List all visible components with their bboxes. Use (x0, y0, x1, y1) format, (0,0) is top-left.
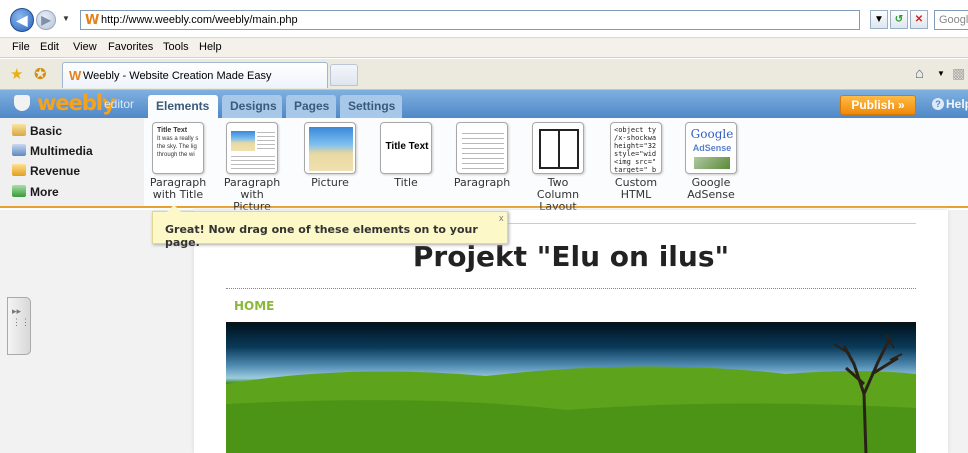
browser-tab-weebly[interactable]: W Weebly - Website Creation Made Easy (62, 62, 328, 88)
side-panel-handle[interactable]: ▸▸ ⋮⋮ (7, 297, 31, 355)
element-custom-html[interactable]: <object ty /x-shockwa height="32 style="… (604, 122, 668, 201)
category-label: Basic (30, 124, 63, 138)
address-bar-row: ◀ ▶ ▼ W http://www.weebly.com/weebly/mai… (0, 0, 968, 38)
new-tab-button[interactable] (330, 64, 358, 86)
element-label: Two Column Layout (536, 176, 580, 213)
title-icon: Title Text (380, 122, 432, 174)
home-dropdown-icon[interactable]: ▼ (937, 69, 945, 78)
category-revenue[interactable]: Revenue (12, 164, 80, 178)
weebly-favicon-icon: W (85, 13, 100, 28)
favorites-star-icon[interactable]: ★ (10, 65, 23, 83)
tooltip-text: Great! Now drag one of these elements on… (165, 223, 478, 249)
preview-brand: Google (690, 127, 734, 141)
element-label: Google AdSense (687, 176, 735, 201)
preview-sub: AdSense (692, 143, 732, 153)
tooltip-close-button[interactable]: x (499, 213, 504, 223)
url-text: http://www.weebly.com/weebly/main.php (101, 14, 298, 26)
element-label: Paragraph with Picture (223, 176, 281, 213)
category-basic[interactable]: Basic (12, 124, 62, 138)
element-google-adsense[interactable]: Google AdSense Google AdSense (679, 122, 743, 201)
paragraph-with-title-icon: Title Text It was a really s the sky. The… (152, 122, 204, 174)
menu-bar: File Edit View Favorites Tools Help (0, 38, 968, 58)
google-adsense-icon: Google AdSense (685, 122, 737, 174)
forward-arrow-icon: ▶ (41, 13, 51, 27)
element-label: Paragraph (453, 176, 511, 189)
help-icon[interactable]: ? (932, 98, 944, 110)
home-icon[interactable]: ⌂ (915, 65, 924, 82)
elements-panel: Basic Multimedia Revenue More Title Text… (0, 118, 968, 213)
search-input[interactable]: Google (934, 10, 968, 30)
menu-favorites[interactable]: Favorites (108, 41, 153, 53)
menu-view[interactable]: View (73, 41, 97, 53)
tab-elements[interactable]: Elements (148, 95, 218, 118)
element-label: Title (394, 176, 418, 189)
element-label: Picture (311, 176, 349, 189)
basic-icon (12, 124, 26, 136)
menu-help[interactable]: Help (199, 41, 222, 53)
forward-button[interactable]: ▶ (36, 10, 56, 30)
drag-hint-tooltip: Great! Now drag one of these elements on… (152, 205, 508, 249)
feeds-icon[interactable]: ▩ (952, 65, 965, 82)
element-paragraph[interactable]: Paragraph (450, 122, 514, 189)
element-label: Paragraph with Title (149, 176, 207, 201)
tab-designs[interactable]: Designs (222, 95, 282, 118)
revenue-icon (12, 164, 26, 176)
weebly-header: weebly editor Elements Designs Pages Set… (0, 90, 968, 118)
two-column-layout-icon (532, 122, 584, 174)
custom-html-icon: <object ty /x-shockwa height="32 style="… (610, 122, 662, 174)
menu-edit[interactable]: Edit (40, 41, 59, 53)
element-two-column-layout[interactable]: Two Column Layout (526, 122, 590, 213)
element-paragraph-with-picture[interactable]: Paragraph with Picture (220, 122, 284, 213)
browser-tab-title: Weebly - Website Creation Made Easy (83, 70, 272, 82)
multimedia-icon (12, 144, 26, 156)
logo-editor-label: editor (104, 97, 135, 111)
category-sidebar: Basic Multimedia Revenue More (0, 118, 144, 206)
weebly-logo-icon (14, 95, 30, 111)
url-field[interactable]: W http://www.weebly.com/weebly/main.php (80, 10, 860, 30)
tooltip-arrow (167, 205, 181, 212)
category-label: Revenue (30, 164, 81, 178)
url-dropdown-button[interactable]: ▼ (870, 10, 888, 29)
divider (226, 288, 916, 289)
expand-arrows-icon: ▸▸ ⋮⋮ (12, 306, 30, 327)
preview-title: Title Text (157, 127, 188, 134)
publish-button[interactable]: Publish » (840, 95, 916, 115)
preview-text: It was a really s the sky. The lig throu… (157, 136, 199, 158)
menu-tools[interactable]: Tools (163, 41, 189, 53)
help-link[interactable]: Help (946, 97, 968, 111)
element-title[interactable]: Title Text Title (374, 122, 438, 189)
paragraph-with-picture-icon (226, 122, 278, 174)
tab-pages[interactable]: Pages (286, 95, 336, 118)
element-picture[interactable]: Picture (298, 122, 362, 189)
history-dropdown-icon[interactable]: ▼ (62, 14, 70, 23)
header-banner-image (226, 322, 916, 453)
element-label: Custom HTML (614, 176, 658, 201)
tab-settings[interactable]: Settings (340, 95, 402, 118)
more-icon (12, 185, 26, 197)
element-paragraph-with-title[interactable]: Title Text It was a really s the sky. The… (146, 122, 210, 201)
stop-button[interactable]: ✕ (910, 10, 928, 29)
category-multimedia[interactable]: Multimedia (12, 144, 93, 158)
paragraph-icon (456, 122, 508, 174)
weebly-favicon-icon: W (69, 68, 82, 83)
preview-title: Title Text (385, 141, 429, 152)
menu-file[interactable]: File (12, 41, 30, 53)
back-arrow-icon: ◀ (16, 12, 28, 28)
nav-home-link[interactable]: HOME (234, 299, 274, 313)
preview-code: <object ty /x-shockwa height="32 style="… (614, 126, 657, 174)
category-more[interactable]: More (12, 185, 59, 199)
back-button[interactable]: ◀ (10, 8, 34, 32)
category-label: More (30, 185, 59, 199)
picture-icon (304, 122, 356, 174)
category-label: Multimedia (30, 144, 93, 158)
add-favorite-icon[interactable]: ✪ (34, 65, 47, 83)
refresh-button[interactable]: ↺ (890, 10, 908, 29)
tab-bar: ★ ✪ W Weebly - Website Creation Made Eas… (0, 59, 968, 90)
